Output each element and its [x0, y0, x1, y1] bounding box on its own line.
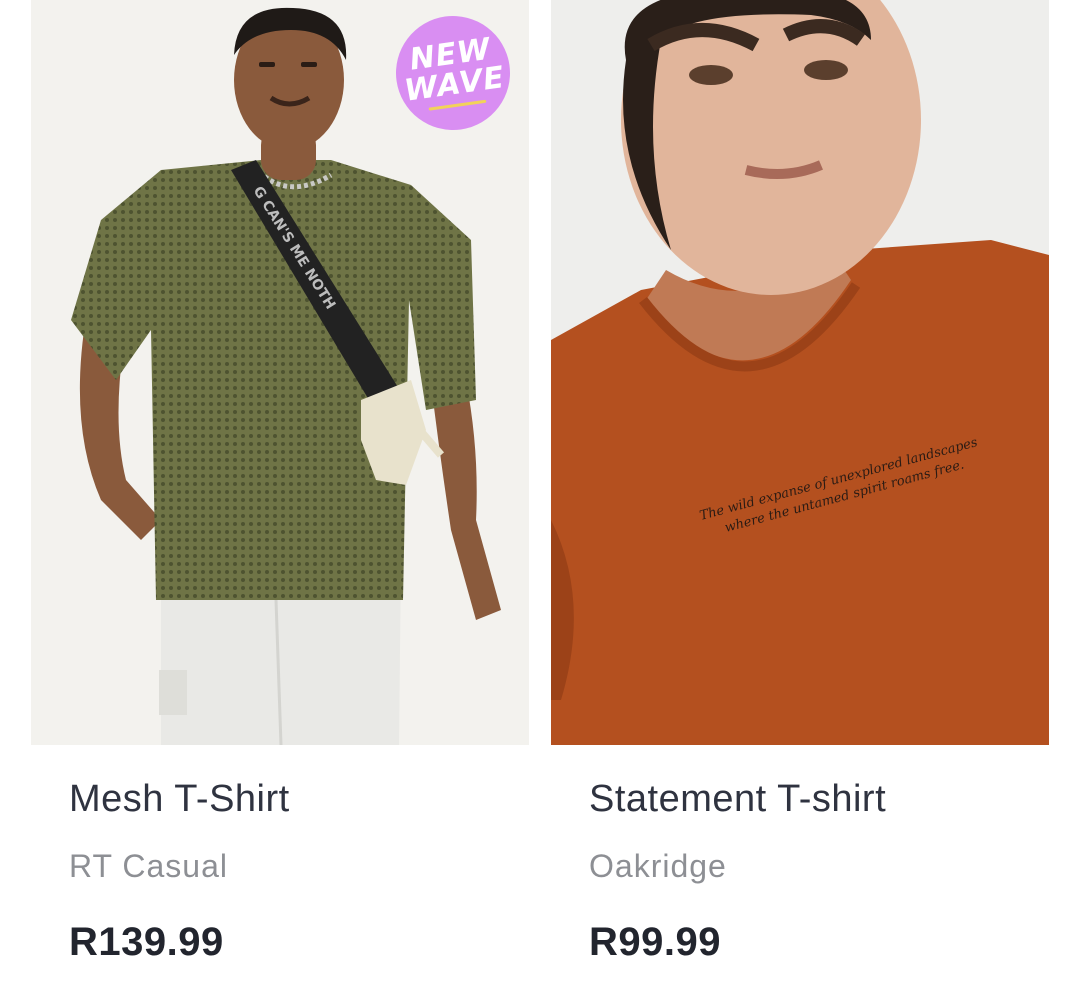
product-price: R99.99 [589, 920, 721, 964]
product-card-statement-tshirt[interactable]: The wild expanse of unexplored landscape… [551, 0, 1049, 964]
product-brand: RT Casual [69, 848, 228, 884]
product-brand: Oakridge [589, 848, 727, 884]
product-image[interactable]: G CAN'S ME NOTH NEW WAVE [31, 0, 529, 745]
product-card-mesh-tshirt[interactable]: G CAN'S ME NOTH NEW WAVE Mesh T-Shirt RT… [31, 0, 529, 964]
product-photo-statement-tshirt: The wild expanse of unexplored landscape… [551, 0, 1049, 745]
product-image[interactable]: The wild expanse of unexplored landscape… [551, 0, 1049, 745]
product-grid: G CAN'S ME NOTH NEW WAVE Mesh T-Shirt RT… [0, 0, 1080, 987]
product-name[interactable]: Mesh T-Shirt [69, 778, 290, 821]
product-name[interactable]: Statement T-shirt [589, 778, 886, 821]
product-price: R139.99 [69, 920, 224, 964]
